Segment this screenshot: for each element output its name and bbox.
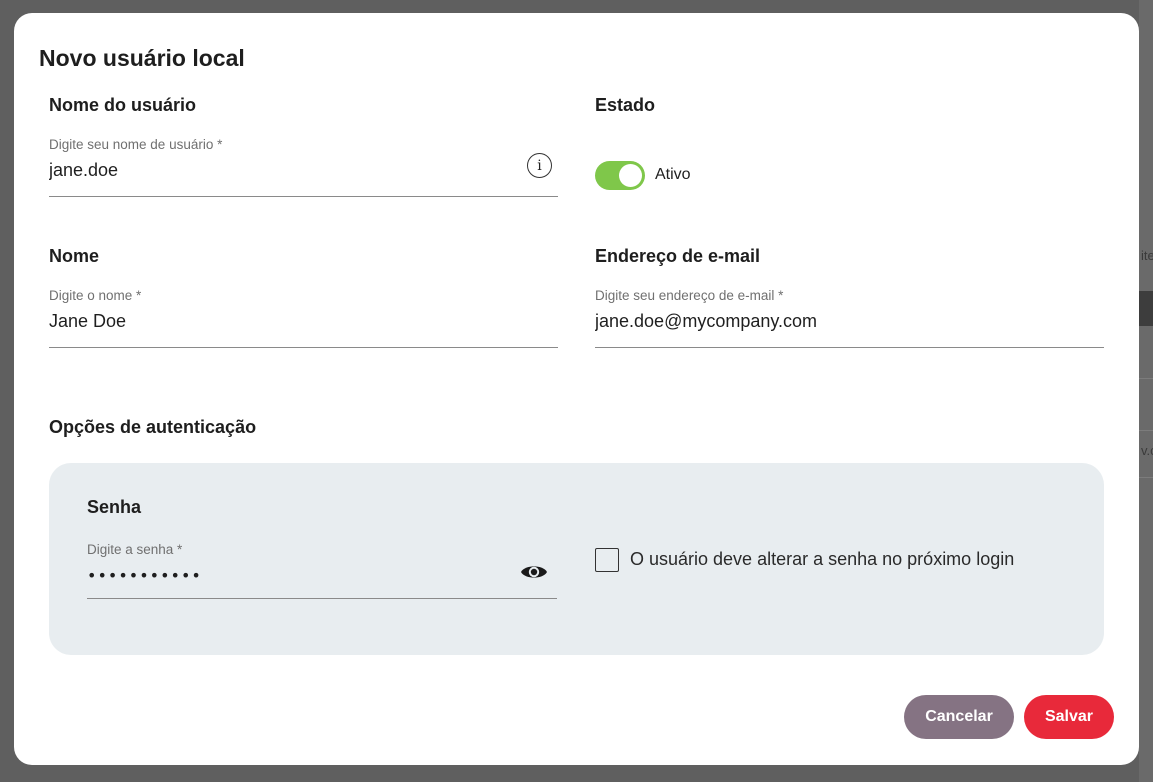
auth-options-section-label: Opções de autenticação — [49, 417, 257, 437]
username-section-label: Nome do usuário — [49, 95, 197, 115]
toggle-knob — [619, 164, 642, 187]
username-field: Digite seu nome de usuário * i — [49, 137, 558, 197]
status-toggle-label: Ativo — [655, 166, 691, 183]
password-field-label: Digite a senha * — [87, 542, 183, 557]
status-section-label: Estado — [595, 95, 656, 115]
background-text: ite — [1141, 248, 1153, 263]
dialog-title: Novo usuário local — [39, 45, 245, 71]
eye-icon[interactable] — [520, 562, 548, 582]
background-text: v.c — [1141, 443, 1153, 458]
save-button[interactable]: Salvar — [1024, 695, 1114, 739]
email-section-label: Endereço de e-mail — [595, 246, 761, 266]
background-divider — [1139, 477, 1153, 478]
username-field-label: Digite seu nome de usuário * — [49, 137, 223, 152]
password-section-label: Senha — [87, 497, 142, 517]
background-divider — [1139, 430, 1153, 431]
background-divider — [1139, 378, 1153, 379]
username-input[interactable] — [49, 157, 509, 183]
email-field-label: Digite seu endereço de e-mail * — [595, 288, 784, 303]
change-password-checkbox[interactable] — [595, 548, 619, 572]
auth-options-panel: Senha Digite a senha * O usuário deve al… — [49, 463, 1104, 655]
change-password-label: O usuário deve alterar a senha no próxim… — [630, 549, 1015, 569]
new-local-user-dialog: Novo usuário local Nome do usuário Digit… — [14, 13, 1139, 765]
password-field: Digite a senha * — [87, 542, 557, 599]
email-field: Digite seu endereço de e-mail * — [595, 288, 1104, 348]
password-input[interactable] — [87, 562, 507, 588]
background-bar — [1139, 291, 1153, 326]
info-icon[interactable]: i — [527, 153, 552, 178]
email-input[interactable] — [595, 308, 1055, 334]
background-app: ite v.c — [1139, 0, 1153, 782]
name-field-label: Digite o nome * — [49, 288, 142, 303]
cancel-button[interactable]: Cancelar — [904, 695, 1014, 739]
status-toggle[interactable] — [595, 161, 645, 190]
name-input[interactable] — [49, 308, 509, 334]
name-field: Digite o nome * — [49, 288, 558, 348]
name-section-label: Nome — [49, 246, 100, 266]
